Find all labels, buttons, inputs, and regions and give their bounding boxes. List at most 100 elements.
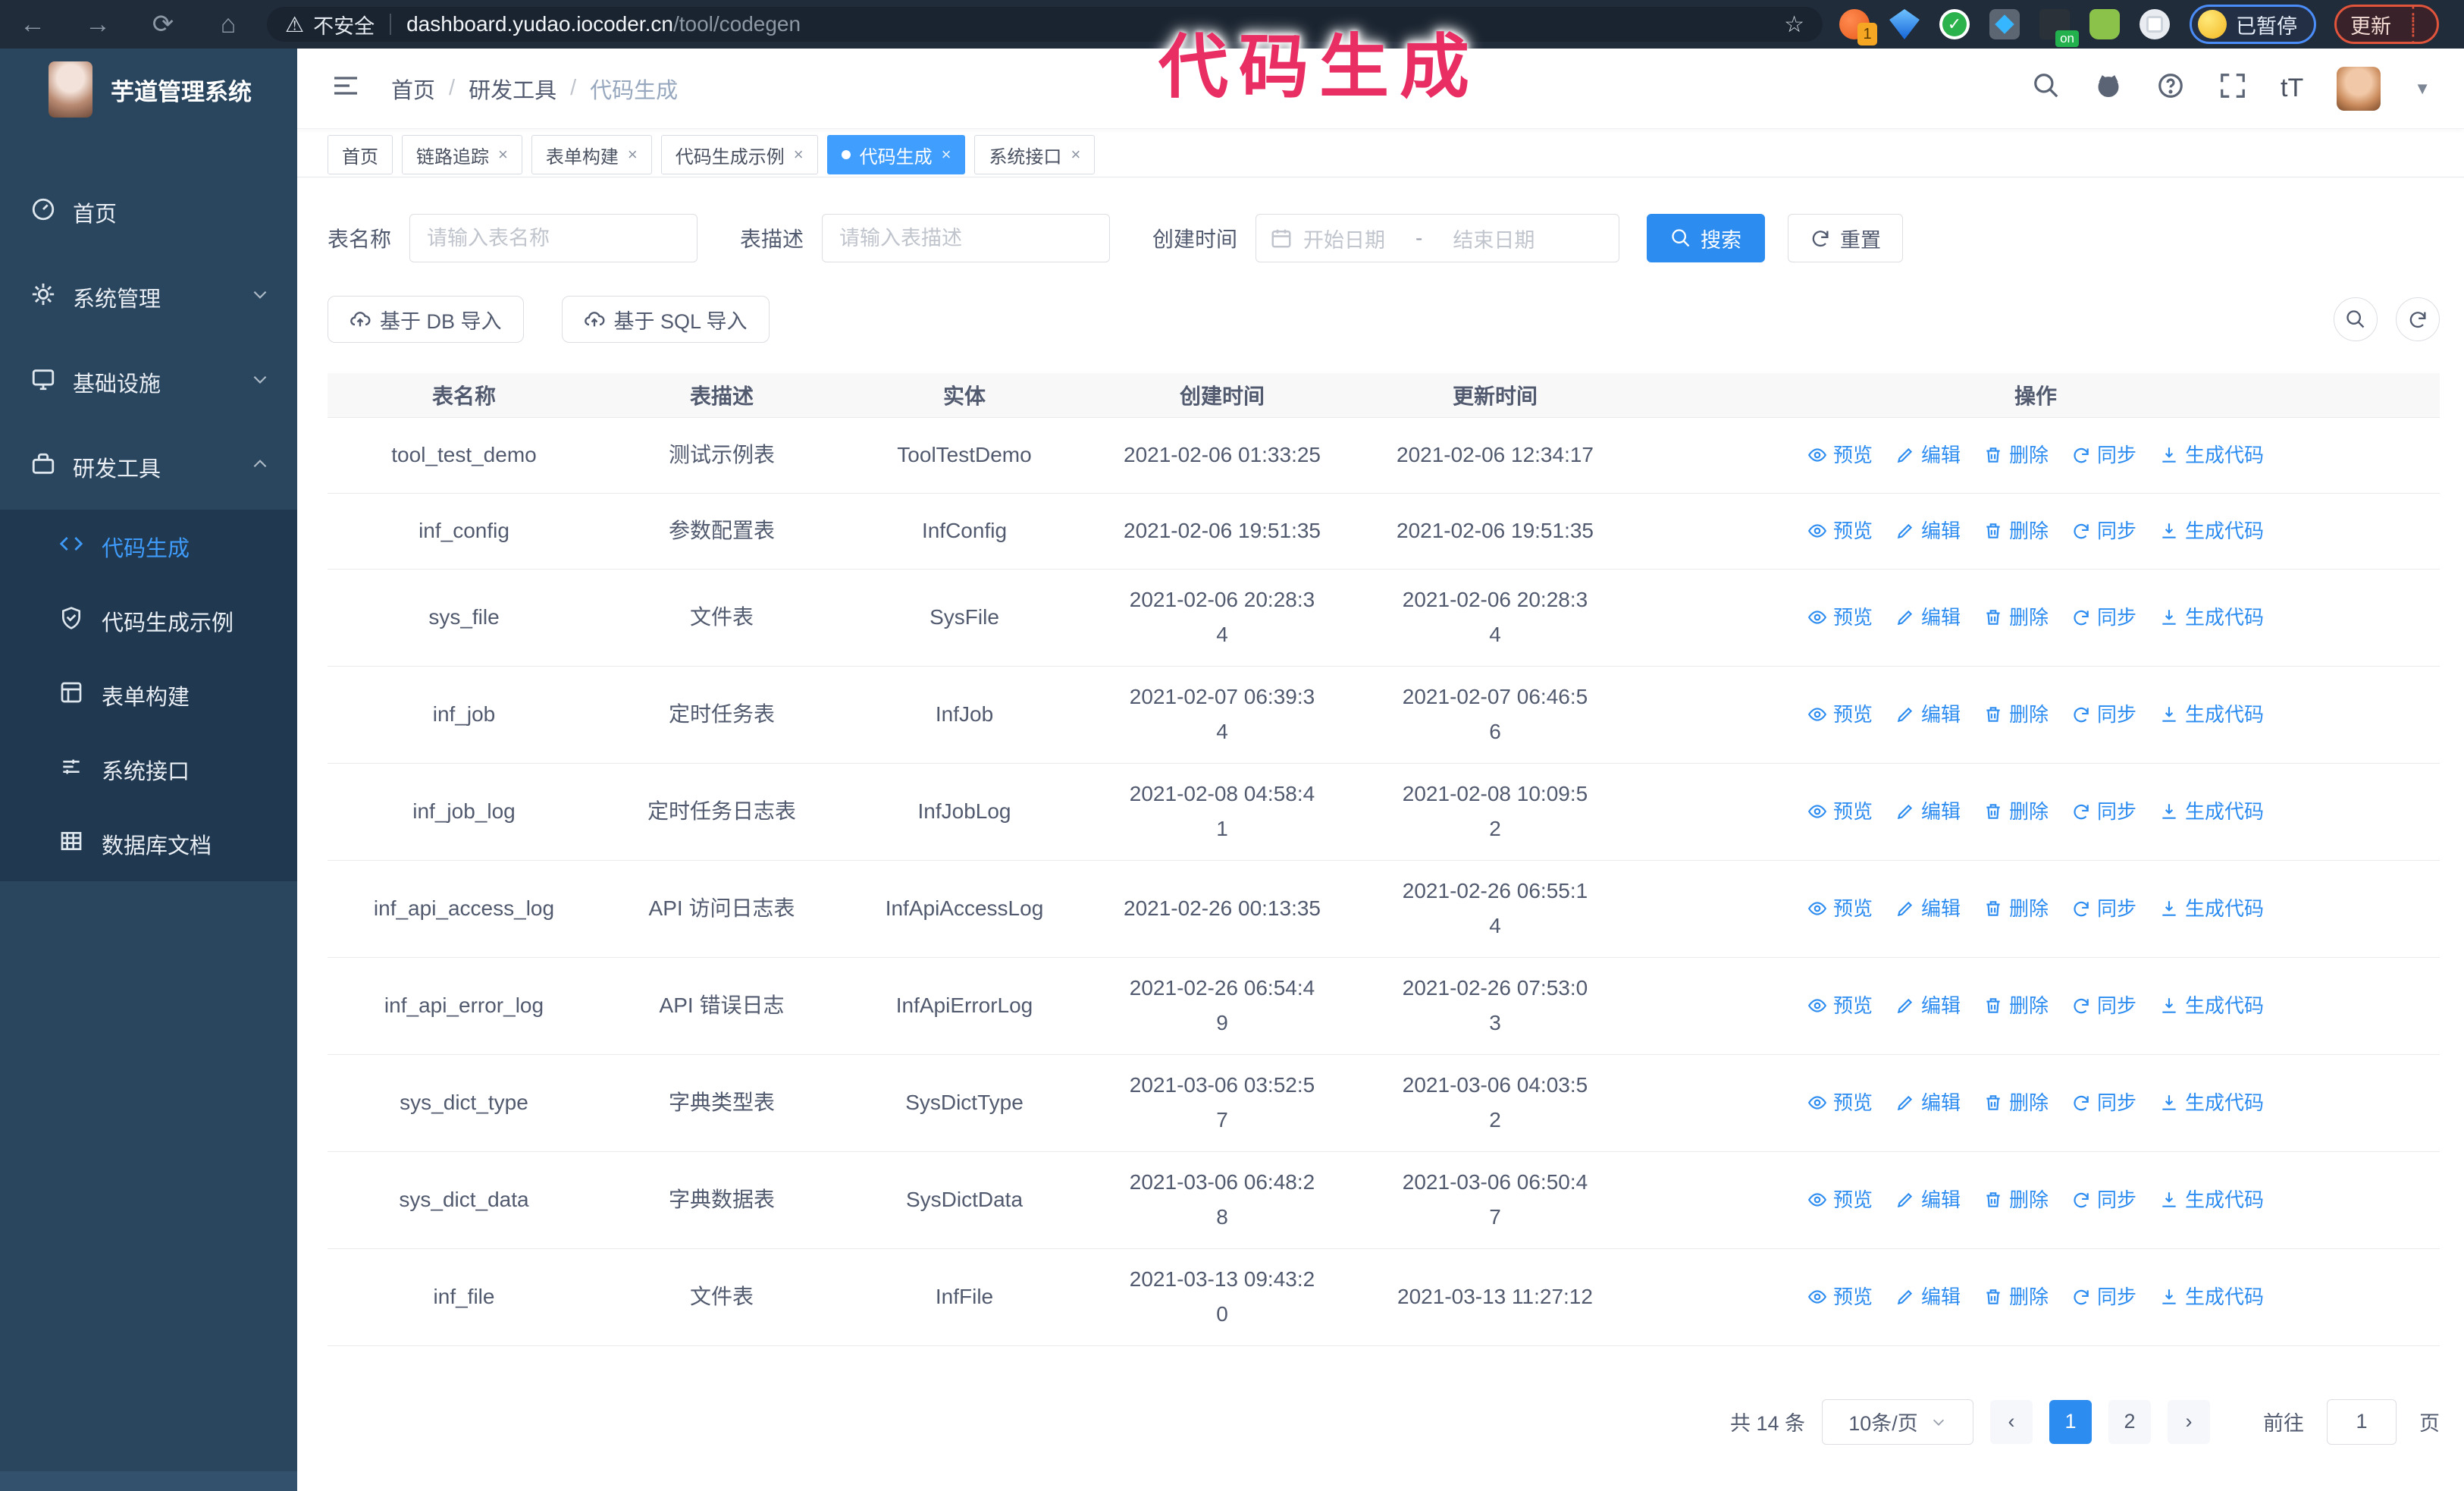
help-icon[interactable]	[2156, 71, 2185, 105]
import-sql-button[interactable]: 基于 SQL 导入	[561, 296, 770, 343]
tab-form-builder[interactable]: 表单构建 ×	[531, 135, 652, 174]
delete-link[interactable]: 删除	[1983, 988, 2049, 1023]
extension-check-icon[interactable]	[1939, 9, 1970, 39]
page-button-1[interactable]: 1	[2049, 1399, 2092, 1444]
delete-link[interactable]: 删除	[1983, 513, 2049, 548]
sidebar-item-form-builder[interactable]: 表单构建	[0, 658, 297, 733]
preview-link[interactable]: 预览	[1807, 1085, 1873, 1120]
sync-link[interactable]: 同步	[2071, 1085, 2136, 1120]
preview-link[interactable]: 预览	[1807, 1279, 1873, 1314]
reload-icon[interactable]: ⟳	[130, 9, 196, 39]
preview-link[interactable]: 预览	[1807, 513, 1873, 548]
delete-link[interactable]: 删除	[1983, 1085, 2049, 1120]
edit-link[interactable]: 编辑	[1895, 891, 1961, 926]
tab-tracing[interactable]: 链路追踪 ×	[402, 135, 522, 174]
refresh-table-button[interactable]	[2396, 297, 2440, 341]
home-icon[interactable]: ⌂	[196, 10, 261, 39]
preview-link[interactable]: 预览	[1807, 891, 1873, 926]
toggle-search-button[interactable]	[2334, 297, 2378, 341]
extension-icon[interactable]: 1	[1839, 9, 1877, 46]
generate-code-link[interactable]: 生成代码	[2159, 600, 2264, 635]
sidebar-item-db-doc[interactable]: 数据库文档	[0, 807, 297, 881]
sync-link[interactable]: 同步	[2071, 1182, 2136, 1217]
import-db-button[interactable]: 基于 DB 导入	[328, 296, 524, 343]
edit-link[interactable]: 编辑	[1895, 513, 1961, 548]
breadcrumb-devtools[interactable]: 研发工具	[469, 73, 556, 105]
close-icon[interactable]: ×	[498, 145, 508, 165]
avatar[interactable]	[2337, 66, 2381, 111]
generate-code-link[interactable]: 生成代码	[2159, 1279, 2264, 1314]
profile-paused-pill[interactable]: 已暂停	[2190, 5, 2316, 44]
sync-link[interactable]: 同步	[2071, 1279, 2136, 1314]
edit-link[interactable]: 编辑	[1895, 988, 1961, 1023]
caret-down-icon[interactable]: ▼	[2414, 79, 2431, 99]
preview-link[interactable]: 预览	[1807, 988, 1873, 1023]
delete-link[interactable]: 删除	[1983, 697, 2049, 732]
extension-green-icon[interactable]	[2089, 9, 2120, 39]
preview-link[interactable]: 预览	[1807, 600, 1873, 635]
delete-link[interactable]: 删除	[1983, 600, 2049, 635]
delete-link[interactable]: 删除	[1983, 1279, 2049, 1314]
generate-code-link[interactable]: 生成代码	[2159, 988, 2264, 1023]
page-size-select[interactable]: 10条/页	[1822, 1398, 1973, 1445]
sync-link[interactable]: 同步	[2071, 988, 2136, 1023]
extensions-puzzle-icon[interactable]	[2140, 9, 2170, 39]
github-icon[interactable]	[2094, 71, 2123, 105]
sidebar-collapse-bar[interactable]	[0, 1471, 297, 1491]
sync-link[interactable]: 同步	[2071, 697, 2136, 732]
edit-link[interactable]: 编辑	[1895, 600, 1961, 635]
generate-code-link[interactable]: 生成代码	[2159, 1085, 2264, 1120]
edit-link[interactable]: 编辑	[1895, 1182, 1961, 1217]
sync-link[interactable]: 同步	[2071, 794, 2136, 829]
tab-codegen[interactable]: 代码生成 ×	[826, 135, 966, 174]
close-icon[interactable]: ×	[794, 145, 804, 165]
close-icon[interactable]: ×	[1071, 145, 1080, 165]
font-size-icon[interactable]: tT	[2281, 74, 2303, 103]
fullscreen-icon[interactable]	[2218, 71, 2247, 105]
search-button[interactable]: 搜索	[1647, 214, 1766, 262]
hamburger-icon[interactable]	[331, 71, 361, 106]
generate-code-link[interactable]: 生成代码	[2159, 438, 2264, 472]
app-logo-row[interactable]: 芋道管理系统	[0, 49, 297, 130]
edit-link[interactable]: 编辑	[1895, 1085, 1961, 1120]
page-button-2[interactable]: 2	[2108, 1399, 2151, 1444]
delete-link[interactable]: 删除	[1983, 891, 2049, 926]
edit-link[interactable]: 编辑	[1895, 697, 1961, 732]
tab-home[interactable]: 首页	[328, 135, 393, 174]
sync-link[interactable]: 同步	[2071, 513, 2136, 548]
close-icon[interactable]: ×	[628, 145, 638, 165]
sync-link[interactable]: 同步	[2071, 600, 2136, 635]
bookmark-star-icon[interactable]: ☆	[1784, 11, 1804, 38]
delete-link[interactable]: 删除	[1983, 1182, 2049, 1217]
generate-code-link[interactable]: 生成代码	[2159, 1182, 2264, 1217]
table-desc-input[interactable]	[822, 214, 1111, 262]
edit-link[interactable]: 编辑	[1895, 438, 1961, 472]
generate-code-link[interactable]: 生成代码	[2159, 891, 2264, 926]
sync-link[interactable]: 同步	[2071, 438, 2136, 472]
delete-link[interactable]: 删除	[1983, 438, 2049, 472]
sidebar-item-codegen-example[interactable]: 代码生成示例	[0, 584, 297, 658]
sidebar-item-codegen[interactable]: 代码生成	[0, 510, 297, 584]
delete-link[interactable]: 删除	[1983, 794, 2049, 829]
sync-link[interactable]: 同步	[2071, 891, 2136, 926]
generate-code-link[interactable]: 生成代码	[2159, 513, 2264, 548]
sidebar-item-system-api[interactable]: 系统接口	[0, 733, 297, 807]
goto-page-input[interactable]	[2327, 1398, 2397, 1445]
edit-link[interactable]: 编辑	[1895, 1279, 1961, 1314]
tab-system-api[interactable]: 系统接口 ×	[974, 135, 1096, 174]
preview-link[interactable]: 预览	[1807, 438, 1873, 472]
preview-link[interactable]: 预览	[1807, 697, 1873, 732]
chrome-update-button[interactable]: 更新 ⋮ ⋮ ⋮	[2334, 4, 2439, 45]
next-page-button[interactable]: ›	[2168, 1399, 2210, 1444]
tab-codegen-example[interactable]: 代码生成示例 ×	[660, 135, 818, 174]
extension-on-icon[interactable]: on	[2039, 9, 2079, 47]
generate-code-link[interactable]: 生成代码	[2159, 697, 2264, 732]
forward-icon[interactable]: →	[65, 10, 130, 39]
extension-gem-icon[interactable]	[1889, 9, 1920, 39]
reset-button[interactable]: 重置	[1788, 214, 1904, 262]
close-icon[interactable]: ×	[942, 145, 951, 165]
table-name-input[interactable]	[409, 214, 698, 262]
sidebar-item-system[interactable]: 系统管理	[0, 255, 297, 340]
edit-link[interactable]: 编辑	[1895, 794, 1961, 829]
prev-page-button[interactable]: ‹	[1990, 1399, 2033, 1444]
